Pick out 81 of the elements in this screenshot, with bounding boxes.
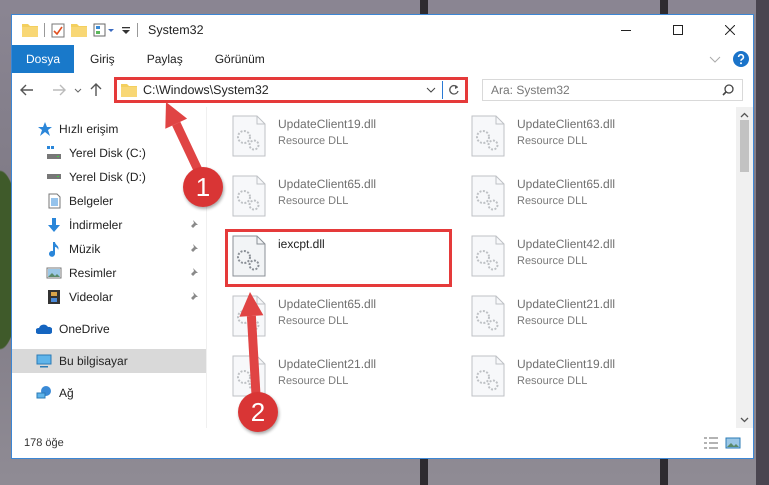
file-type: Resource DLL [278,315,350,327]
ribbon-tab[interactable]: Paylaş [130,45,199,73]
ribbon-tab[interactable]: Görünüm [198,45,281,73]
file-gear-icon [232,175,266,217]
file-name: UpdateClient65.dll [278,297,376,311]
file-name: UpdateClient42.dll [517,237,616,251]
folder-icon [121,83,137,97]
sidebar-label[interactable]: Bu bilgisayar [59,354,128,368]
search-icon[interactable] [722,84,734,96]
network-icon [36,385,52,401]
file-type: Resource DLL [278,135,350,147]
document-icon [46,193,62,209]
sidebar-label[interactable]: OneDrive [59,322,110,336]
star-icon [36,121,52,137]
file-gear-icon [471,235,505,277]
sidebar-label[interactable]: Müzik [69,242,100,256]
file-type: Resource DLL [517,315,588,327]
computer-icon [36,353,52,369]
sidebar-label[interactable]: Yerel Disk (C:) [69,146,146,160]
maximize-icon[interactable] [673,25,683,35]
file-type: Resource DLL [278,195,350,207]
selected-sidebar-item[interactable]: Bu bilgisayar [12,349,206,373]
file-name: UpdateClient65.dll [517,177,616,191]
chevron-down-icon[interactable] [74,88,82,92]
file-name: UpdateClient63.dll [517,117,616,131]
address-bar[interactable]: C:\Windows\System32 [114,77,468,103]
film-strip-icon [46,289,62,305]
file-gear-icon [232,115,266,157]
item-count: 178 öğe [24,437,65,449]
close-icon[interactable] [725,25,735,35]
file-type: Resource DLL [517,375,588,387]
up-arrow-icon[interactable] [90,83,102,97]
sidebar-label[interactable]: Hızlı erişim [59,122,118,136]
scrollbar[interactable] [736,107,753,428]
properties-icon[interactable] [93,23,115,37]
sidebar-label[interactable]: Videolar [69,290,113,304]
file-gear-icon [232,235,266,277]
file-name: UpdateClient19.dll [517,357,616,371]
chevron-up-icon[interactable] [740,112,749,118]
file-name: UpdateClient19.dll [278,117,376,131]
search-field[interactable]: Ara: System32 [482,79,743,101]
file-gear-icon [232,355,266,397]
window-title: System32 [148,23,204,37]
drive-icon [46,174,62,180]
address-path: C:\Windows\System32 [143,83,270,97]
folder-icon [22,23,38,37]
sidebar-label[interactable]: Belgeler [69,194,114,208]
back-arrow-icon[interactable] [20,84,34,96]
file-name: iexcpt.dll [278,237,325,251]
sidebar-label[interactable]: İndirmeler [69,218,122,232]
chevron-down-icon[interactable] [740,417,749,423]
ribbon-tab[interactable]: Giriş [74,45,131,73]
file-type: Resource DLL [517,255,588,267]
large-icons-view-icon[interactable] [725,437,741,449]
file-type: Resource DLL [278,375,350,387]
sidebar-label[interactable]: Resimler [69,266,116,280]
file-gear-icon [471,295,505,337]
highlighted-file-item[interactable]: iexcpt.dll [225,229,452,287]
file-name: UpdateClient21.dll [517,297,616,311]
arrow [165,102,202,172]
new-folder-icon [71,23,87,37]
picture-icon [46,265,62,281]
file-type: Resource DLL [517,135,588,147]
ribbon-tab[interactable]: Dosya [12,45,74,73]
file-name: UpdateClient65.dll [278,177,376,191]
sidebar-label[interactable]: Ağ [59,386,74,400]
scroll-thumb[interactable] [740,120,749,172]
file-type: Resource DLL [517,195,588,207]
refresh-icon[interactable] [448,84,460,96]
file-gear-icon [471,175,505,217]
sidebar-label[interactable]: Yerel Disk (D:) [69,170,146,184]
dropdown-icon[interactable] [121,25,131,35]
drive-icon [46,145,62,161]
chevron-down-icon[interactable] [426,87,436,93]
file-gear-icon [471,355,505,397]
checklist-icon[interactable] [51,22,65,38]
file-gear-icon [471,115,505,157]
help-icon[interactable] [733,51,749,67]
download-arrow-icon [46,217,62,233]
file-name: UpdateClient21.dll [278,357,376,371]
details-view-icon[interactable] [703,437,719,449]
